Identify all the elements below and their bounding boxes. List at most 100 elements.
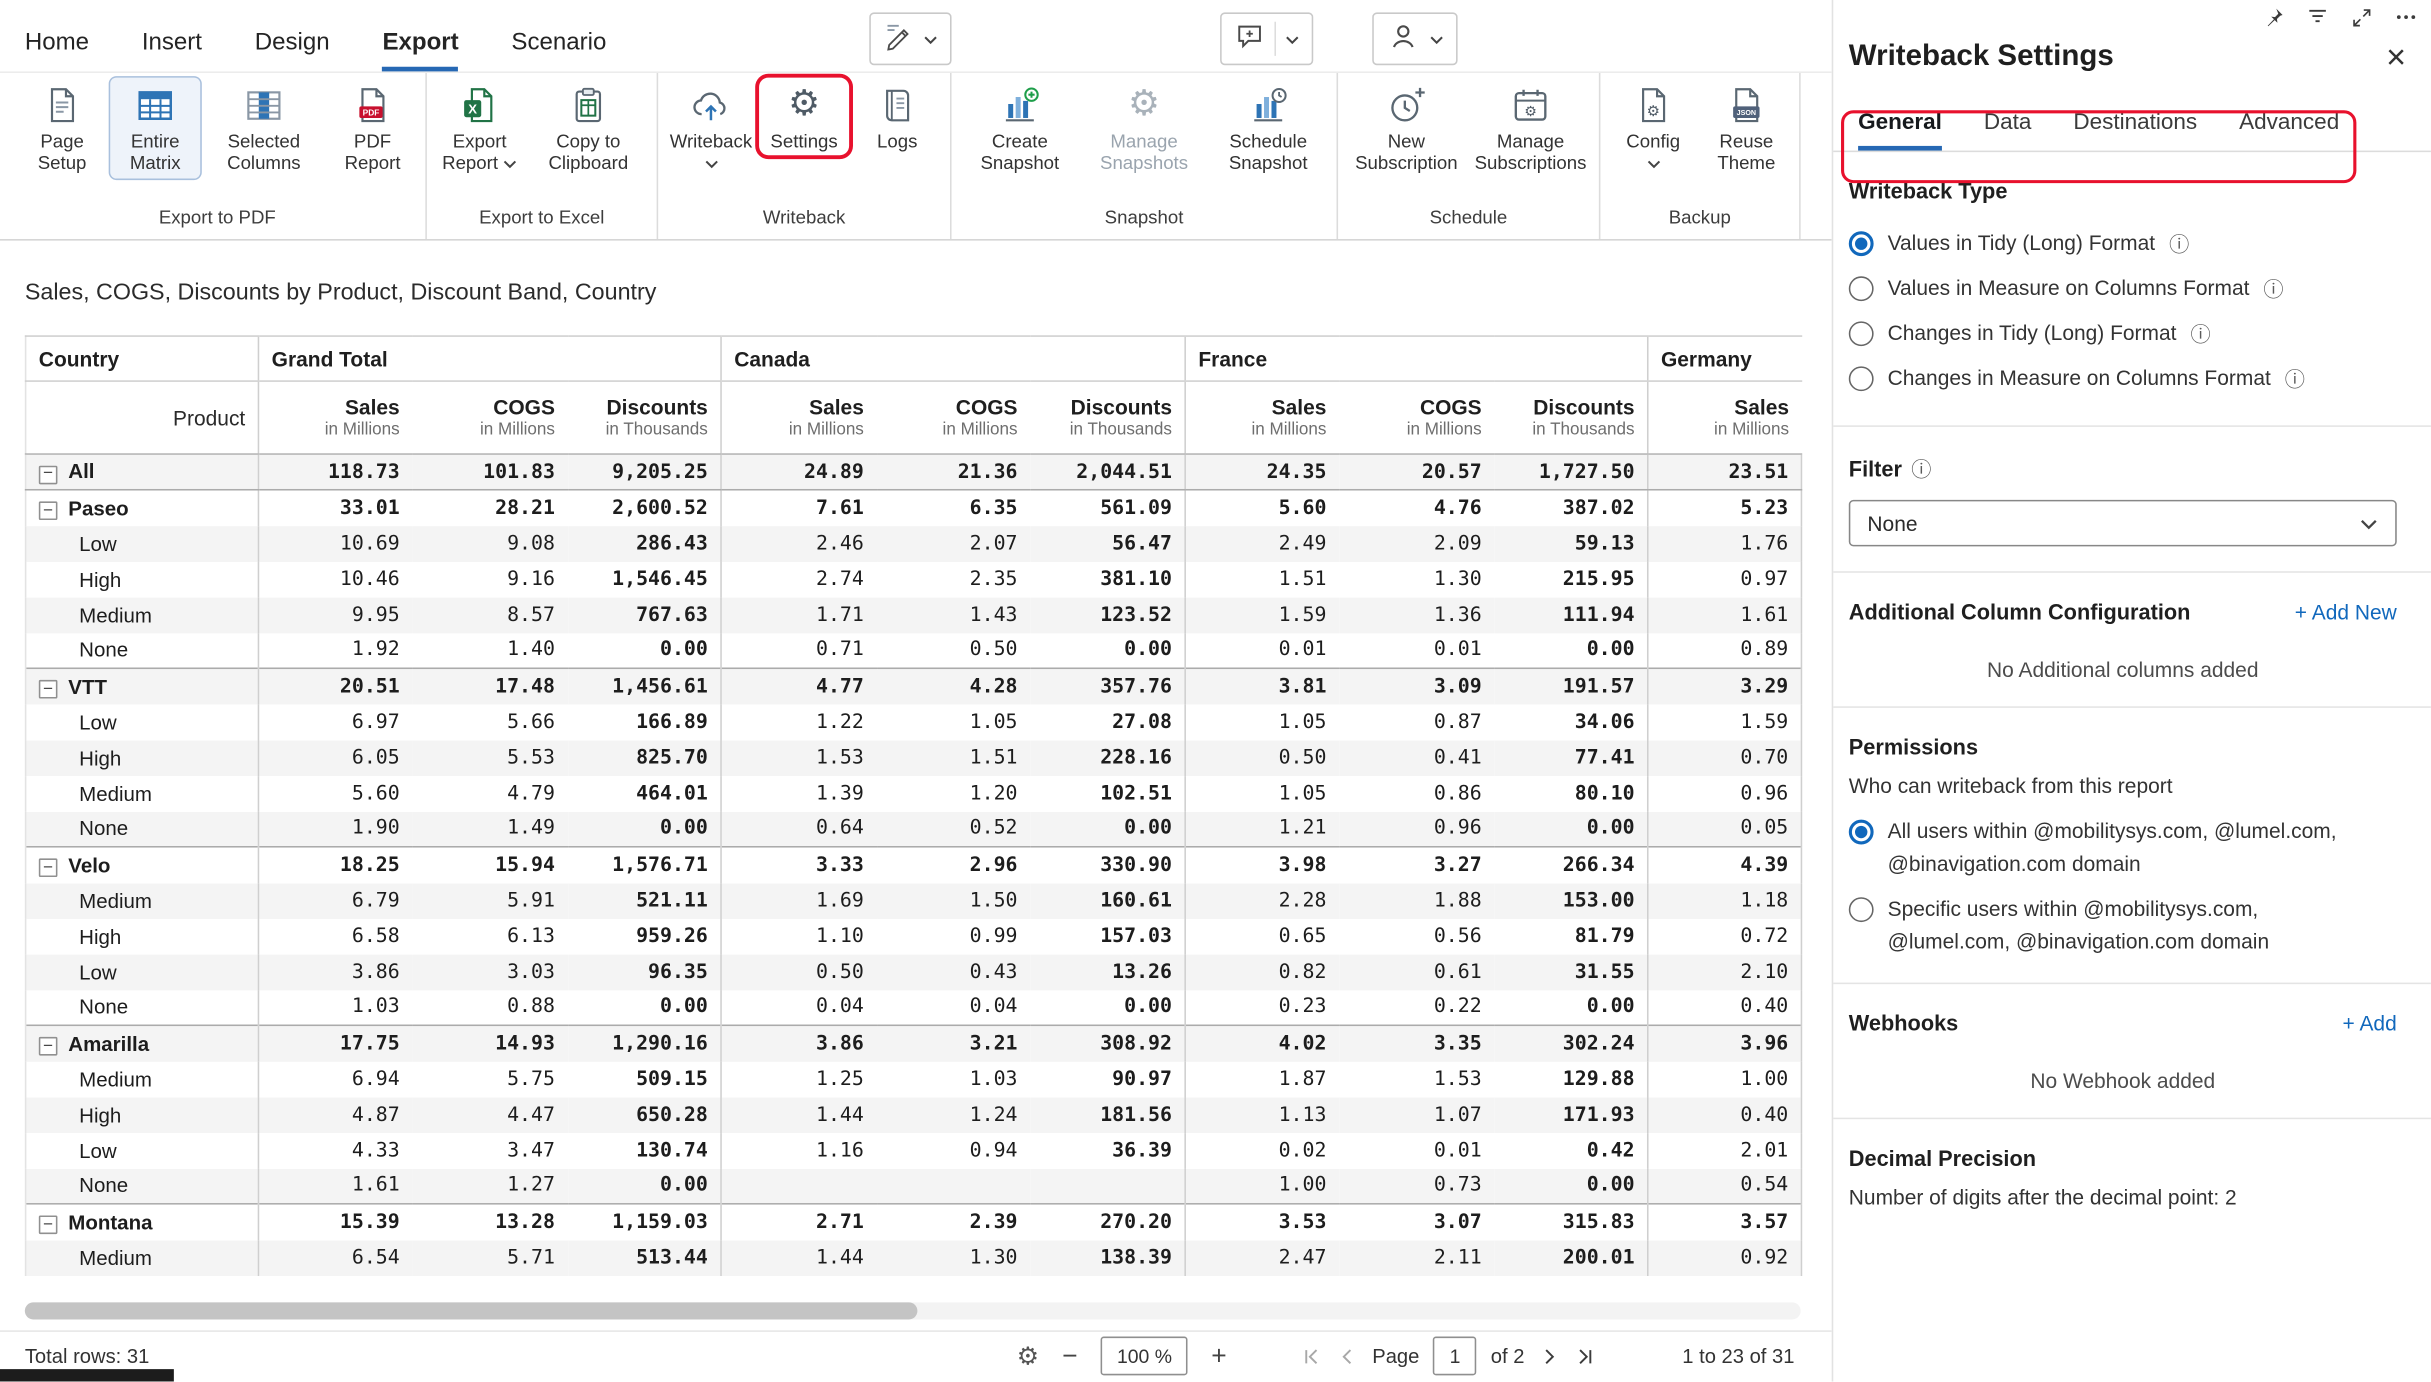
cell[interactable]: 36.39	[1030, 1132, 1185, 1168]
row-label[interactable]: Medium	[26, 597, 259, 633]
page-number-input[interactable]: 1	[1433, 1337, 1476, 1376]
cell[interactable]: 118.73	[258, 454, 412, 490]
row-label[interactable]: Low	[26, 704, 259, 740]
cell[interactable]: 825.70	[567, 740, 721, 776]
cell[interactable]: 381.10	[1030, 561, 1185, 597]
zoom-out-button[interactable]: −	[1062, 1341, 1077, 1372]
cell[interactable]: 2.46	[721, 525, 876, 561]
column-header-grand-total-discounts[interactable]: Discountsin Thousands	[567, 381, 721, 454]
cell[interactable]: 3.47	[412, 1132, 567, 1168]
row-label[interactable]: None	[26, 990, 259, 1026]
ribbon-button-config[interactable]: ⚙Config	[1608, 78, 1698, 173]
cell[interactable]: 5.23	[1648, 490, 1802, 526]
cell[interactable]: 3.27	[1339, 847, 1494, 883]
cell[interactable]: 286.43	[567, 525, 721, 561]
cell[interactable]: 0.05	[1648, 811, 1802, 847]
ribbon-button-selected-columns[interactable]: Selected Columns	[203, 78, 324, 179]
next-page-button[interactable]	[1538, 1345, 1560, 1367]
filter-dropdown[interactable]: None	[1849, 500, 2397, 547]
cell[interactable]: 101.83	[412, 454, 567, 490]
cell[interactable]: 0.22	[1339, 990, 1494, 1026]
ribbon-tab-home[interactable]: Home	[25, 29, 89, 71]
ribbon-tab-insert[interactable]: Insert	[142, 29, 202, 71]
cell[interactable]: 4.76	[1339, 490, 1494, 526]
cell[interactable]: 1.51	[1185, 561, 1339, 597]
cell[interactable]: 0.04	[876, 990, 1030, 1026]
ribbon-button-logs[interactable]: Logs	[852, 78, 942, 156]
cell[interactable]: 138.39	[1030, 1240, 1185, 1276]
cell[interactable]: 1,159.03	[567, 1204, 721, 1240]
cell[interactable]: 1.20	[876, 775, 1030, 811]
cell[interactable]: 0.61	[1339, 954, 1494, 990]
radio-option-changes-in-measure-on-columns-format[interactable]: Changes in Measure on Columns Formatⓘ	[1849, 355, 2397, 400]
cell[interactable]: 4.33	[258, 1132, 412, 1168]
column-group-germany[interactable]: Germany	[1648, 336, 1802, 381]
cell[interactable]: 1.10	[721, 918, 876, 954]
cell[interactable]: 6.35	[876, 490, 1030, 526]
cell[interactable]: 1.71	[721, 597, 876, 633]
cell[interactable]: 1.36	[1339, 597, 1494, 633]
radio-option-specific-users-within-mobilitysys-com-lu[interactable]: Specific users within @mobilitysys.com, …	[1849, 893, 2397, 958]
row-label[interactable]: High	[26, 918, 259, 954]
cell[interactable]: 1.76	[1648, 525, 1802, 561]
cell[interactable]: 24.35	[1185, 454, 1339, 490]
cell[interactable]: 15.94	[412, 847, 567, 883]
cell[interactable]: 1.24	[876, 1097, 1030, 1133]
cell[interactable]: 96.35	[567, 954, 721, 990]
ribbon-button-new-subscription[interactable]: New Subscription	[1346, 78, 1467, 179]
cell[interactable]: 1,456.61	[567, 668, 721, 704]
cell[interactable]: 0.50	[721, 954, 876, 990]
cell[interactable]: 0.73	[1339, 1168, 1494, 1204]
radio-selected[interactable]	[1849, 231, 1874, 256]
cell[interactable]: 0.00	[567, 633, 721, 669]
collapse-icon[interactable]: −	[39, 501, 58, 520]
row-header-product[interactable]: Product	[26, 381, 259, 454]
cell[interactable]: 1.27	[412, 1168, 567, 1204]
collapse-icon[interactable]: −	[39, 858, 58, 877]
cell[interactable]: 0.00	[1494, 811, 1648, 847]
ribbon-button-entire-matrix[interactable]: Entire Matrix	[110, 78, 200, 179]
cell[interactable]: 0.00	[1494, 1168, 1648, 1204]
radio-unselected[interactable]	[1849, 366, 1874, 391]
add-new-link[interactable]: + Add New	[2295, 600, 2397, 623]
cell[interactable]: 0.00	[1030, 811, 1185, 847]
cell[interactable]: 3.53	[1185, 1204, 1339, 1240]
scrollbar-thumb[interactable]	[25, 1302, 918, 1319]
cell[interactable]: 521.11	[567, 882, 721, 918]
cell[interactable]: 2.01	[1648, 1132, 1802, 1168]
cell[interactable]: 3.98	[1185, 847, 1339, 883]
column-group-grand-total[interactable]: Grand Total	[258, 336, 721, 381]
row-label[interactable]: −Amarilla	[26, 1025, 259, 1061]
cell[interactable]: 5.60	[1185, 490, 1339, 526]
cell[interactable]: 7.61	[721, 490, 876, 526]
cell[interactable]: 1,576.71	[567, 847, 721, 883]
cell[interactable]: 767.63	[567, 597, 721, 633]
cell[interactable]: 130.74	[567, 1132, 721, 1168]
cell[interactable]: 2.74	[721, 561, 876, 597]
column-header-france-sales[interactable]: Salesin Millions	[1185, 381, 1339, 454]
cell[interactable]: 2.39	[876, 1204, 1030, 1240]
ribbon-tab-scenario[interactable]: Scenario	[511, 29, 606, 71]
cell[interactable]: 5.60	[258, 775, 412, 811]
column-header-germany-sales[interactable]: Salesin Millions	[1648, 381, 1802, 454]
cell[interactable]: 1.69	[721, 882, 876, 918]
cell[interactable]: 24.89	[721, 454, 876, 490]
cell[interactable]: 6.94	[258, 1061, 412, 1097]
cell[interactable]: 1.25	[721, 1061, 876, 1097]
ribbon-button-manage-subscriptions[interactable]: ⚙Manage Subscriptions	[1470, 78, 1591, 179]
cell[interactable]: 3.03	[412, 954, 567, 990]
collapse-icon[interactable]: −	[39, 465, 58, 484]
cell[interactable]: 18.25	[258, 847, 412, 883]
panel-tab-general[interactable]: General	[1858, 110, 1942, 150]
row-label[interactable]: None	[26, 811, 259, 847]
cell[interactable]: 2.47	[1185, 1240, 1339, 1276]
cell[interactable]: 6.54	[258, 1240, 412, 1276]
radio-option-values-in-tidy-long-format[interactable]: Values in Tidy (Long) Formatⓘ	[1849, 220, 2397, 265]
cell[interactable]	[876, 1168, 1030, 1204]
cell[interactable]: 4.39	[1648, 847, 1802, 883]
cell[interactable]: 4.87	[258, 1097, 412, 1133]
cell[interactable]: 4.02	[1185, 1025, 1339, 1061]
cell[interactable]: 0.96	[1648, 775, 1802, 811]
cell[interactable]: 0.71	[721, 633, 876, 669]
cell[interactable]: 5.66	[412, 704, 567, 740]
